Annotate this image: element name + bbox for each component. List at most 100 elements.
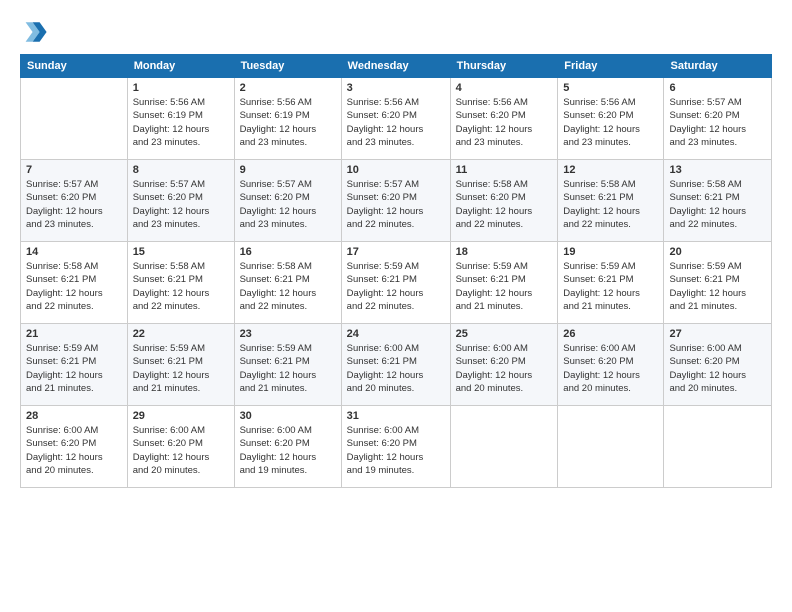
calendar-cell: 25Sunrise: 6:00 AM Sunset: 6:20 PM Dayli… xyxy=(450,324,558,406)
calendar-cell: 13 Sunrise: 5:58 AM Sunset: 6:21 PM Dayli… xyxy=(664,160,772,242)
day-info: Sunrise: 5:57 AM Sunset: 6:20 PM Dayligh… xyxy=(669,96,766,149)
logo-icon xyxy=(20,18,48,46)
day-info: Sunrise: 6:00 AM Sunset: 6:20 PM Dayligh… xyxy=(456,342,553,395)
calendar-cell: 21Sunrise: 5:59 AM Sunset: 6:21 PM Dayli… xyxy=(21,324,128,406)
weekday-header: Friday xyxy=(558,55,664,78)
day-number: 18 xyxy=(456,246,553,258)
calendar-cell: 12 Sunrise: 5:58 AM Sunset: 6:21 PM Dayli… xyxy=(558,160,664,242)
day-number: 27 xyxy=(669,328,766,340)
day-info: Sunrise: 5:58 AM Sunset: 6:21 PM Dayligh… xyxy=(26,260,122,313)
day-number: 2 xyxy=(240,82,336,94)
weekday-header: Sunday xyxy=(21,55,128,78)
calendar-cell xyxy=(558,406,664,488)
day-number: 24 xyxy=(347,328,445,340)
calendar-cell: 19 Sunrise: 5:59 AM Sunset: 6:21 PM Dayli… xyxy=(558,242,664,324)
calendar-body: 1 Sunrise: 5:56 AM Sunset: 6:19 PM Daylig… xyxy=(21,78,772,488)
day-info: Sunrise: 5:58 AM Sunset: 6:21 PM Dayligh… xyxy=(563,178,658,231)
day-number: 13 xyxy=(669,164,766,176)
day-info: Sunrise: 5:58 AM Sunset: 6:20 PM Dayligh… xyxy=(456,178,553,231)
logo xyxy=(20,18,52,46)
day-number: 12 xyxy=(563,164,658,176)
day-number: 3 xyxy=(347,82,445,94)
calendar-cell: 2Sunrise: 5:56 AM Sunset: 6:19 PM Daylig… xyxy=(234,78,341,160)
day-number: 31 xyxy=(347,410,445,422)
day-info: Sunrise: 6:00 AM Sunset: 6:20 PM Dayligh… xyxy=(563,342,658,395)
day-number: 9 xyxy=(240,164,336,176)
day-number: 11 xyxy=(456,164,553,176)
calendar-cell: 11 Sunrise: 5:58 AM Sunset: 6:20 PM Dayli… xyxy=(450,160,558,242)
day-number: 6 xyxy=(669,82,766,94)
day-info: Sunrise: 5:59 AM Sunset: 6:21 PM Dayligh… xyxy=(456,260,553,313)
calendar-cell: 26Sunrise: 6:00 AM Sunset: 6:20 PM Dayli… xyxy=(558,324,664,406)
day-number: 29 xyxy=(133,410,229,422)
calendar-cell: 31 Sunrise: 6:00 AM Sunset: 6:20 PM Dayli… xyxy=(341,406,450,488)
day-number: 14 xyxy=(26,246,122,258)
day-info: Sunrise: 5:57 AM Sunset: 6:20 PM Dayligh… xyxy=(347,178,445,231)
calendar-cell: 4Sunrise: 5:56 AM Sunset: 6:20 PM Daylig… xyxy=(450,78,558,160)
day-number: 15 xyxy=(133,246,229,258)
calendar-cell: 6 Sunrise: 5:57 AM Sunset: 6:20 PM Daylig… xyxy=(664,78,772,160)
calendar-cell: 10Sunrise: 5:57 AM Sunset: 6:20 PM Dayli… xyxy=(341,160,450,242)
calendar-cell: 1 Sunrise: 5:56 AM Sunset: 6:19 PM Daylig… xyxy=(127,78,234,160)
day-info: Sunrise: 6:00 AM Sunset: 6:20 PM Dayligh… xyxy=(133,424,229,477)
day-info: Sunrise: 6:00 AM Sunset: 6:21 PM Dayligh… xyxy=(347,342,445,395)
calendar-cell: 29 Sunrise: 6:00 AM Sunset: 6:20 PM Dayli… xyxy=(127,406,234,488)
day-number: 5 xyxy=(563,82,658,94)
day-info: Sunrise: 5:59 AM Sunset: 6:21 PM Dayligh… xyxy=(133,342,229,395)
day-info: Sunrise: 6:00 AM Sunset: 6:20 PM Dayligh… xyxy=(347,424,445,477)
weekday-header: Tuesday xyxy=(234,55,341,78)
calendar-cell: 7 Sunrise: 5:57 AM Sunset: 6:20 PM Daylig… xyxy=(21,160,128,242)
calendar-cell: 14 Sunrise: 5:58 AM Sunset: 6:21 PM Dayli… xyxy=(21,242,128,324)
calendar-week-row: 1 Sunrise: 5:56 AM Sunset: 6:19 PM Daylig… xyxy=(21,78,772,160)
day-number: 16 xyxy=(240,246,336,258)
day-info: Sunrise: 5:57 AM Sunset: 6:20 PM Dayligh… xyxy=(26,178,122,231)
day-number: 19 xyxy=(563,246,658,258)
day-info: Sunrise: 5:59 AM Sunset: 6:21 PM Dayligh… xyxy=(669,260,766,313)
day-info: Sunrise: 5:58 AM Sunset: 6:21 PM Dayligh… xyxy=(240,260,336,313)
calendar-cell: 5Sunrise: 5:56 AM Sunset: 6:20 PM Daylig… xyxy=(558,78,664,160)
calendar-cell: 30 Sunrise: 6:00 AM Sunset: 6:20 PM Dayli… xyxy=(234,406,341,488)
calendar-cell: 3 Sunrise: 5:56 AM Sunset: 6:20 PM Daylig… xyxy=(341,78,450,160)
calendar-cell xyxy=(664,406,772,488)
calendar-cell: 8Sunrise: 5:57 AM Sunset: 6:20 PM Daylig… xyxy=(127,160,234,242)
weekday-header: Monday xyxy=(127,55,234,78)
calendar-week-row: 21 Sunrise: 5:59 AM Sunset: 6:21 PM Dayli… xyxy=(21,324,772,406)
calendar-cell: 9 Sunrise: 5:57 AM Sunset: 6:20 PM Daylig… xyxy=(234,160,341,242)
day-info: Sunrise: 5:57 AM Sunset: 6:20 PM Dayligh… xyxy=(240,178,336,231)
day-number: 21 xyxy=(26,328,122,340)
calendar-cell: 16 Sunrise: 5:58 AM Sunset: 6:21 PM Dayli… xyxy=(234,242,341,324)
calendar-cell: 18 Sunrise: 5:59 AM Sunset: 6:21 PM Dayli… xyxy=(450,242,558,324)
day-number: 8 xyxy=(133,164,229,176)
weekday-header: Saturday xyxy=(664,55,772,78)
calendar-week-row: 28 Sunrise: 6:00 AM Sunset: 6:20 PM Dayli… xyxy=(21,406,772,488)
calendar-cell: 22Sunrise: 5:59 AM Sunset: 6:21 PM Dayli… xyxy=(127,324,234,406)
day-number: 1 xyxy=(133,82,229,94)
day-number: 17 xyxy=(347,246,445,258)
day-info: Sunrise: 5:59 AM Sunset: 6:21 PM Dayligh… xyxy=(347,260,445,313)
day-info: Sunrise: 5:56 AM Sunset: 6:20 PM Dayligh… xyxy=(347,96,445,149)
calendar-week-row: 7 Sunrise: 5:57 AM Sunset: 6:20 PM Daylig… xyxy=(21,160,772,242)
day-info: Sunrise: 6:00 AM Sunset: 6:20 PM Dayligh… xyxy=(26,424,122,477)
calendar-week-row: 14 Sunrise: 5:58 AM Sunset: 6:21 PM Dayli… xyxy=(21,242,772,324)
calendar-cell: 15Sunrise: 5:58 AM Sunset: 6:21 PM Dayli… xyxy=(127,242,234,324)
weekday-header: Thursday xyxy=(450,55,558,78)
day-info: Sunrise: 6:00 AM Sunset: 6:20 PM Dayligh… xyxy=(240,424,336,477)
day-number: 28 xyxy=(26,410,122,422)
page-header xyxy=(20,18,772,46)
calendar-header-row: SundayMondayTuesdayWednesdayThursdayFrid… xyxy=(21,55,772,78)
calendar-cell: 17 Sunrise: 5:59 AM Sunset: 6:21 PM Dayli… xyxy=(341,242,450,324)
day-number: 7 xyxy=(26,164,122,176)
day-info: Sunrise: 5:56 AM Sunset: 6:19 PM Dayligh… xyxy=(133,96,229,149)
calendar-header: SundayMondayTuesdayWednesdayThursdayFrid… xyxy=(21,55,772,78)
day-info: Sunrise: 5:59 AM Sunset: 6:21 PM Dayligh… xyxy=(563,260,658,313)
weekday-header: Wednesday xyxy=(341,55,450,78)
day-number: 23 xyxy=(240,328,336,340)
calendar-cell: 20Sunrise: 5:59 AM Sunset: 6:21 PM Dayli… xyxy=(664,242,772,324)
calendar-cell: 23Sunrise: 5:59 AM Sunset: 6:21 PM Dayli… xyxy=(234,324,341,406)
day-number: 4 xyxy=(456,82,553,94)
calendar-cell: 24 Sunrise: 6:00 AM Sunset: 6:21 PM Dayli… xyxy=(341,324,450,406)
day-number: 30 xyxy=(240,410,336,422)
calendar-cell: 28 Sunrise: 6:00 AM Sunset: 6:20 PM Dayli… xyxy=(21,406,128,488)
calendar-cell: 27Sunrise: 6:00 AM Sunset: 6:20 PM Dayli… xyxy=(664,324,772,406)
day-info: Sunrise: 5:58 AM Sunset: 6:21 PM Dayligh… xyxy=(669,178,766,231)
